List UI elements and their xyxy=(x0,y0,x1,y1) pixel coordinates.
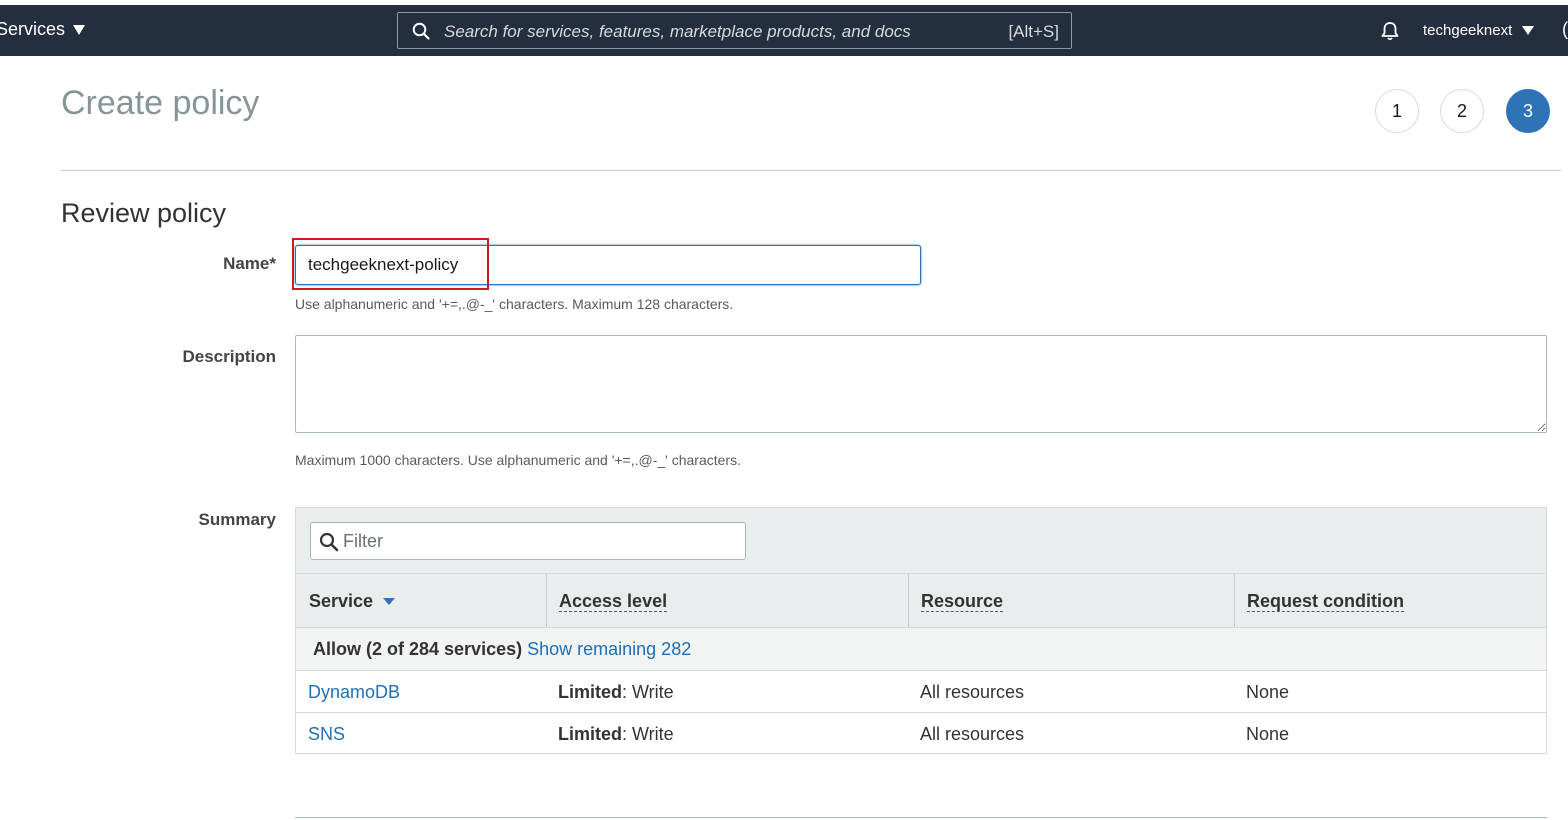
access-level-rest: : Write xyxy=(622,724,674,744)
step-1[interactable]: 1 xyxy=(1375,89,1419,133)
section-title: Review policy xyxy=(61,198,227,228)
allow-group-text: Allow (2 of 284 services) xyxy=(313,639,523,659)
services-label: Services xyxy=(0,19,66,39)
service-link-dynamodb[interactable]: DynamoDB xyxy=(308,682,400,703)
table-row: DynamoDB Limited: Write All resources No… xyxy=(296,670,1546,712)
column-header-request-condition[interactable]: Request condition xyxy=(1247,574,1404,628)
step-3-active[interactable]: 3 xyxy=(1506,89,1550,133)
request-condition-cell: None xyxy=(1246,724,1290,744)
access-level-cell: Limited: Write xyxy=(558,682,674,703)
column-header-label: Service xyxy=(309,591,374,611)
column-header-resource[interactable]: Resource xyxy=(921,574,1004,628)
resource-cell: All resources xyxy=(920,682,1025,702)
top-navigation-bar: Services Search for services, features, … xyxy=(0,5,1568,56)
filter-input[interactable]: Filter xyxy=(310,522,746,560)
allow-group-row: Allow (2 of 284 services) Show remaining… xyxy=(296,627,1546,670)
column-divider xyxy=(546,574,547,628)
access-level-cell: Limited: Write xyxy=(558,724,674,745)
column-header-service[interactable]: Service xyxy=(309,574,396,628)
filter-bar: Filter xyxy=(296,508,1546,573)
summary-label: Summary xyxy=(198,510,276,529)
description-hint: Maximum 1000 characters. Use alphanumeri… xyxy=(295,452,741,468)
caret-down-icon xyxy=(73,24,86,35)
step-2[interactable]: 2 xyxy=(1440,89,1484,133)
table-row: SNS Limited: Write All resources None xyxy=(296,712,1546,754)
bell-icon[interactable] xyxy=(1379,20,1401,42)
service-link-sns[interactable]: SNS xyxy=(308,724,345,745)
services-menu-button[interactable]: Services xyxy=(0,19,86,40)
description-textarea[interactable] xyxy=(295,335,1547,433)
page-title: Create policy xyxy=(61,84,260,122)
name-label: Name* xyxy=(223,254,276,273)
name-hint: Use alphanumeric and '+=,.@-_' character… xyxy=(295,296,734,312)
request-condition-cell: None xyxy=(1246,682,1290,702)
summary-table: Filter Service Access level Resource Req… xyxy=(295,507,1547,754)
access-level-bold: Limited xyxy=(558,682,623,702)
column-divider xyxy=(1234,574,1235,628)
global-search-input[interactable]: Search for services, features, marketpla… xyxy=(397,12,1072,49)
column-header-access-level[interactable]: Access level xyxy=(559,574,668,628)
table-header: Service Access level Resource Request co… xyxy=(296,573,1546,628)
description-label: Description xyxy=(182,347,276,366)
policy-name-input[interactable] xyxy=(295,245,921,285)
search-icon xyxy=(319,532,339,552)
show-remaining-link[interactable]: Show remaining 282 xyxy=(527,639,691,659)
access-level-bold: Limited xyxy=(558,724,623,744)
sort-descending-icon xyxy=(383,597,396,605)
search-shortcut-hint: [Alt+S] xyxy=(1008,22,1059,41)
column-header-label: Resource xyxy=(921,590,1004,612)
caret-down-icon xyxy=(1522,26,1535,35)
user-account-menu[interactable]: techgeeknext xyxy=(1423,22,1535,39)
region-menu-edge-icon[interactable]: ( xyxy=(1562,19,1568,40)
search-placeholder: Search for services, features, marketpla… xyxy=(444,22,911,41)
column-header-label: Request condition xyxy=(1247,590,1404,612)
allow-group-label: Allow (2 of 284 services) Show remaining… xyxy=(313,639,691,660)
column-divider xyxy=(908,574,909,628)
username: techgeeknext xyxy=(1423,22,1513,39)
column-header-label: Access level xyxy=(559,590,668,612)
header-divider xyxy=(61,170,1561,171)
filter-placeholder: Filter xyxy=(343,531,383,551)
search-icon xyxy=(412,22,430,40)
footer-divider xyxy=(295,817,1547,818)
resource-cell: All resources xyxy=(920,724,1025,744)
access-level-rest: : Write xyxy=(622,682,674,702)
